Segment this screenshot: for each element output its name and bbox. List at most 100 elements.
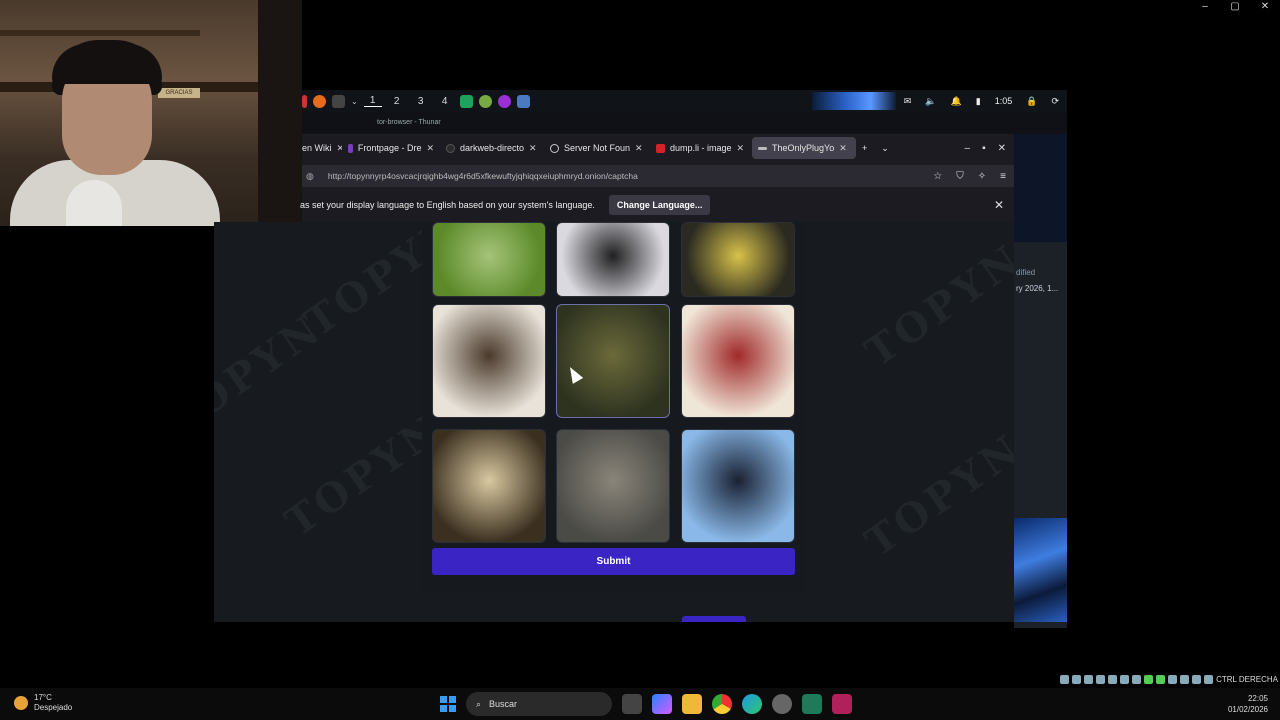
remote-side-panel: dified ry 2026, 1... bbox=[1014, 134, 1067, 628]
captcha-tile-yellow-flowers[interactable] bbox=[681, 222, 795, 297]
tray-icon[interactable] bbox=[1108, 674, 1118, 684]
tab-server-not-found[interactable]: Server Not Foun ✕ bbox=[544, 137, 650, 159]
window-subtitle: tor-browser - Thunar bbox=[377, 119, 441, 126]
captcha-tile-dark-animal[interactable] bbox=[556, 222, 670, 297]
system-clock[interactable]: 22:05 01/02/2026 bbox=[1228, 693, 1268, 715]
minimize-button[interactable]: – bbox=[1190, 0, 1220, 14]
bell-icon[interactable]: 🔔 bbox=[951, 96, 962, 107]
windows-start-icon[interactable] bbox=[440, 696, 456, 712]
tab-label: TheOnlyPlugYo bbox=[772, 143, 835, 153]
tray-icon[interactable] bbox=[1156, 674, 1166, 684]
weather-widget[interactable]: 17°C Despejado bbox=[14, 693, 72, 713]
tab-label: darkweb-directo bbox=[460, 143, 525, 153]
volume-icon[interactable]: 🔈 bbox=[925, 96, 936, 107]
edge-icon[interactable] bbox=[742, 694, 762, 714]
folder-icon[interactable] bbox=[516, 94, 530, 108]
captcha-tile-wine-bottles[interactable] bbox=[681, 304, 795, 418]
tray-icon[interactable] bbox=[1192, 674, 1202, 684]
tray-icon[interactable] bbox=[1096, 674, 1106, 684]
change-language-button[interactable]: Change Language... bbox=[608, 195, 711, 215]
bookmark-star-icon[interactable]: ☆ bbox=[933, 171, 942, 182]
close-window-icon[interactable]: ✕ bbox=[998, 143, 1006, 154]
captcha-tile-bird-in-grass[interactable] bbox=[432, 222, 546, 297]
close-tab-icon[interactable]: ✕ bbox=[529, 143, 537, 154]
tray-icon[interactable] bbox=[1204, 674, 1214, 684]
notification-message: as set your display language to English … bbox=[300, 200, 595, 210]
chrome-icon[interactable] bbox=[712, 694, 732, 714]
remote-taskbar: ⌄ 1 2 3 4 ✉ 🔈 🔔 ▮ 1:05 🔒 ⟳ bbox=[302, 90, 1067, 112]
search-placeholder: Buscar bbox=[489, 699, 518, 709]
captcha-tile-whale[interactable] bbox=[681, 429, 795, 543]
new-identity-icon[interactable]: ✧ bbox=[978, 171, 986, 182]
workspace-1[interactable]: 1 bbox=[363, 95, 382, 107]
close-button[interactable]: ✕ bbox=[1250, 0, 1280, 14]
chevron-down-icon[interactable]: ⌄ bbox=[351, 97, 358, 106]
browser-window: en Wiki ✕ Frontpage - Dre ✕ darkweb-dire… bbox=[300, 134, 1014, 222]
audio-visualizer bbox=[812, 92, 896, 110]
app-icon[interactable] bbox=[302, 94, 307, 108]
captcha-tile-frog-gravel[interactable] bbox=[556, 429, 670, 543]
url-bar[interactable]: ◍ http://topynnyrp4osvcacjrqighb4wg4r6d5… bbox=[302, 165, 1014, 187]
battery-icon[interactable]: ▮ bbox=[976, 96, 981, 107]
tab-wiki[interactable]: en Wiki ✕ bbox=[302, 137, 342, 159]
tab-darkweb[interactable]: darkweb-directo ✕ bbox=[440, 137, 544, 159]
tray-icon[interactable] bbox=[1180, 674, 1190, 684]
app-grape-icon[interactable] bbox=[478, 94, 492, 108]
modified-date: ry 2026, 1... bbox=[1016, 284, 1059, 293]
app-pink-icon[interactable] bbox=[832, 694, 852, 714]
taskbar-apps: ⌕ Buscar bbox=[440, 692, 852, 716]
workspace-4[interactable]: 4 bbox=[436, 96, 454, 107]
close-tab-icon[interactable]: ✕ bbox=[839, 143, 847, 154]
close-tab-icon[interactable]: ✕ bbox=[426, 143, 434, 154]
tab-label: dump.li - image bbox=[670, 143, 732, 153]
minimize-window-icon[interactable]: – bbox=[965, 143, 971, 154]
menu-icon[interactable]: ≡ bbox=[1000, 171, 1006, 182]
url-text[interactable]: http://topynnyrp4osvcacjrqighb4wg4r6d5xf… bbox=[328, 171, 638, 181]
tray-icon[interactable] bbox=[1144, 674, 1154, 684]
captcha-tile-squirrel[interactable] bbox=[556, 304, 670, 418]
tray-icon[interactable] bbox=[1132, 674, 1142, 684]
tor-icon[interactable] bbox=[497, 94, 511, 108]
submit-button[interactable]: Submit bbox=[432, 548, 795, 575]
close-tab-icon[interactable]: ✕ bbox=[737, 143, 745, 154]
terminal-icon[interactable] bbox=[332, 94, 345, 108]
favicon-icon bbox=[348, 143, 353, 153]
tray-icon[interactable] bbox=[1168, 674, 1178, 684]
captcha-tile-raccoon[interactable] bbox=[432, 429, 546, 543]
taskbar-search[interactable]: ⌕ Buscar bbox=[466, 692, 612, 716]
tray-icon[interactable] bbox=[1120, 674, 1130, 684]
workspace-3[interactable]: 3 bbox=[412, 96, 430, 107]
copilot-icon[interactable] bbox=[652, 694, 672, 714]
tray-icon[interactable] bbox=[1072, 674, 1082, 684]
task-view-icon[interactable] bbox=[622, 694, 642, 714]
captcha-tile-shelves[interactable] bbox=[432, 304, 546, 418]
desktop: – ▢ ✕ GRACIAS ⌄ 1 2 3 4 ✉ 🔈 🔔 ▮ 1:05 🔒 ⟳… bbox=[0, 0, 1280, 720]
lock-icon[interactable]: 🔒 bbox=[1026, 96, 1037, 107]
tray-icon[interactable] bbox=[1084, 674, 1094, 684]
power-icon[interactable]: ⟳ bbox=[1051, 96, 1059, 107]
tab-theonlyplug[interactable]: TheOnlyPlugYo ✕ bbox=[752, 137, 856, 159]
maximize-button[interactable]: ▢ bbox=[1220, 0, 1250, 14]
shield-icon[interactable]: ⛉ bbox=[956, 171, 964, 182]
tray-icon[interactable] bbox=[1060, 674, 1070, 684]
app-green-icon[interactable] bbox=[459, 94, 473, 108]
workspace-2[interactable]: 2 bbox=[388, 96, 406, 107]
bottom-button-edge bbox=[682, 616, 746, 622]
tray-icons: CTRL DERECHA bbox=[1060, 672, 1280, 686]
watermark: TOPYN bbox=[214, 304, 332, 447]
app-icon[interactable] bbox=[772, 694, 792, 714]
close-tab-icon[interactable]: ✕ bbox=[635, 143, 643, 154]
tab-dump-li[interactable]: dump.li - image ✕ bbox=[650, 137, 752, 159]
list-tabs-icon[interactable]: ⌄ bbox=[881, 143, 889, 154]
tab-label: Server Not Foun bbox=[564, 143, 631, 153]
watermark: TOPYN bbox=[856, 424, 1014, 567]
close-notification-icon[interactable]: ✕ bbox=[994, 198, 1004, 212]
file-explorer-icon[interactable] bbox=[682, 694, 702, 714]
mail-icon[interactable]: ✉ bbox=[904, 96, 912, 107]
new-tab-icon[interactable]: + bbox=[862, 143, 867, 153]
firefox-icon[interactable] bbox=[313, 94, 326, 108]
vscode-icon[interactable] bbox=[802, 694, 822, 714]
tab-frontpage[interactable]: Frontpage - Dre ✕ bbox=[342, 137, 440, 159]
tab-label: en Wiki bbox=[302, 143, 332, 153]
maximize-window-icon[interactable]: ▪ bbox=[982, 143, 986, 154]
